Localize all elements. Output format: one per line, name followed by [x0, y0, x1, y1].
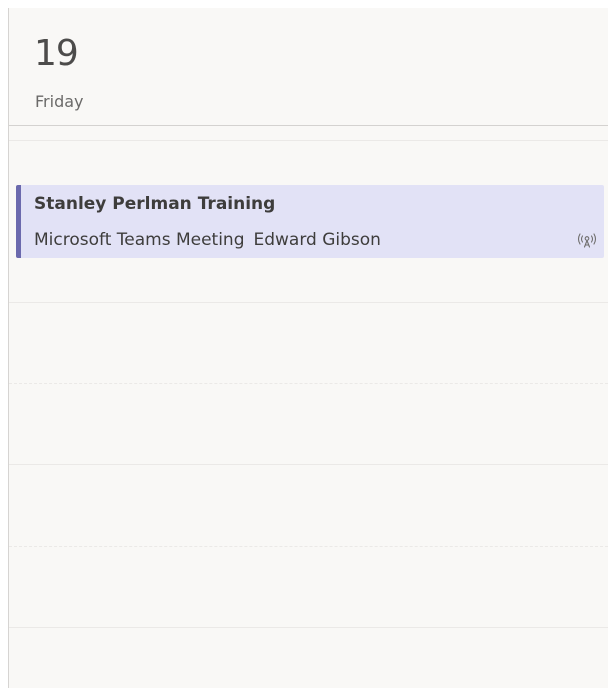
calendar-event[interactable]: Stanley Perlman Training Microsoft Teams…	[16, 185, 604, 258]
day-name: Friday	[35, 92, 84, 111]
hour-line	[9, 464, 608, 465]
hour-line	[9, 140, 608, 141]
event-organizer: Edward Gibson	[253, 230, 381, 250]
event-location: Microsoft Teams Meeting	[34, 230, 245, 250]
broadcast-icon	[577, 233, 597, 248]
half-hour-line	[9, 546, 608, 547]
calendar-day-column: 19 Friday Stanley Perlman Training Micro…	[8, 8, 608, 688]
hour-line	[9, 302, 608, 303]
half-hour-line	[9, 383, 608, 384]
event-details: Microsoft Teams Meeting Edward Gibson	[34, 229, 381, 251]
day-number: 19	[34, 33, 79, 74]
hour-line	[9, 627, 608, 628]
day-header[interactable]: 19 Friday	[9, 8, 608, 126]
event-title: Stanley Perlman Training	[34, 194, 276, 214]
